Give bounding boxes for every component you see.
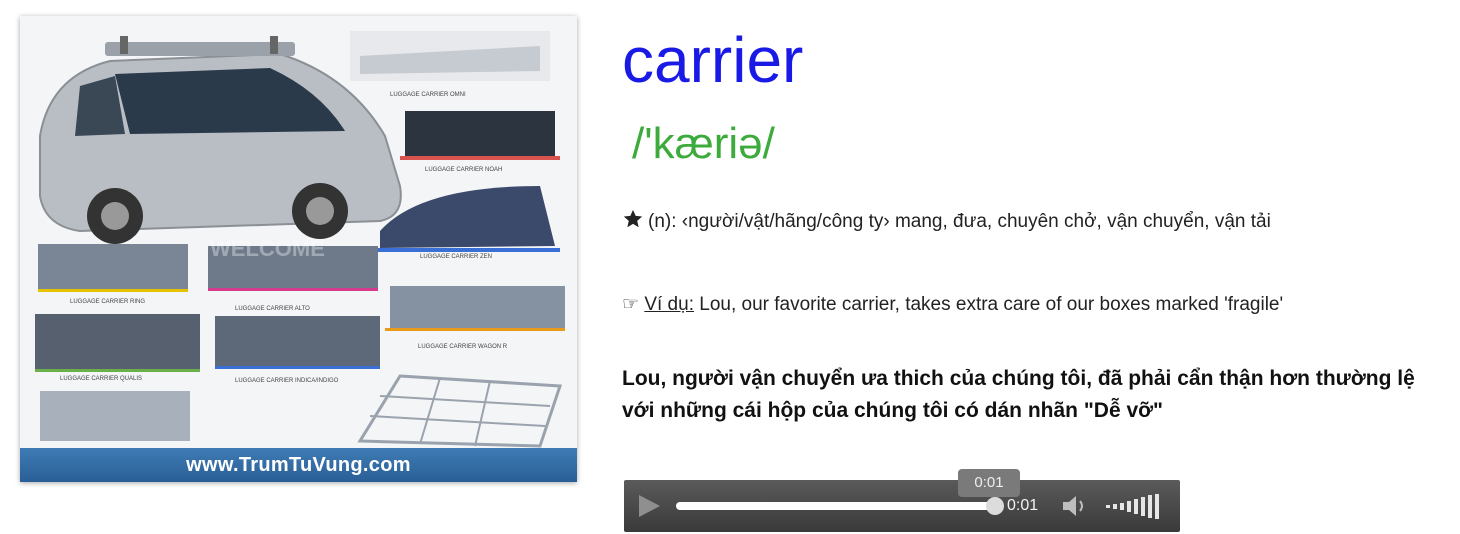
volume-slider[interactable] bbox=[1104, 492, 1166, 525]
image-footer-url: www.TrumTuVung.com bbox=[20, 448, 577, 482]
audio-player: 0:01 bbox=[624, 480, 1180, 532]
star-icon bbox=[622, 208, 648, 241]
play-icon[interactable] bbox=[636, 493, 662, 524]
progress-track[interactable] bbox=[676, 502, 996, 510]
car-illustration bbox=[39, 36, 402, 244]
product-label: LUGGAGE CARRIER OMNI bbox=[390, 92, 466, 98]
watermark: WELCOME bbox=[210, 236, 325, 261]
example-label: Ví dụ: bbox=[644, 294, 694, 315]
luggage-carrier-illustration: LUGGAGE CARRIER OMNI LUGGAGE CARRIER NOA… bbox=[35, 31, 565, 448]
progress-handle[interactable] bbox=[986, 497, 1004, 515]
product-image: LUGGAGE CARRIER OMNI LUGGAGE CARRIER NOA… bbox=[20, 16, 577, 482]
product-label: LUGGAGE CARRIER QUALIS bbox=[60, 376, 142, 382]
product-label: LUGGAGE CARRIER NOAH bbox=[425, 167, 502, 173]
example-translation: Lou, người vận chuyển ưa thich của chúng… bbox=[622, 367, 1415, 422]
current-time: 0:01 bbox=[1007, 497, 1039, 514]
definition: (n): ‹người/vật/hãng/công ty› mang, đưa,… bbox=[622, 206, 1422, 241]
example-text: Lou, our favorite carrier, takes extra c… bbox=[693, 294, 1284, 315]
product-label: LUGGAGE CARRIER ALTO bbox=[235, 306, 310, 312]
pronunciation: /'kæriə/ bbox=[632, 119, 775, 168]
definition-text: (n): ‹người/vật/hãng/công ty› mang, đưa,… bbox=[648, 211, 1271, 232]
example: ☞ Ví dụ: Lou, our favorite carrier, take… bbox=[622, 289, 1442, 321]
product-label: LUGGAGE CARRIER INDICA/INDIGO bbox=[235, 378, 339, 384]
speaker-icon[interactable] bbox=[1060, 492, 1094, 525]
pointing-hand-icon: ☞ bbox=[622, 294, 640, 315]
vocabulary-word: carrier bbox=[622, 24, 804, 96]
time-tooltip: 0:01 bbox=[958, 469, 1020, 497]
product-label: LUGGAGE CARRIER WAGON R bbox=[418, 344, 508, 350]
product-label: LUGGAGE CARRIER RING bbox=[70, 299, 145, 305]
product-label: LUGGAGE CARRIER ZEN bbox=[420, 254, 492, 260]
